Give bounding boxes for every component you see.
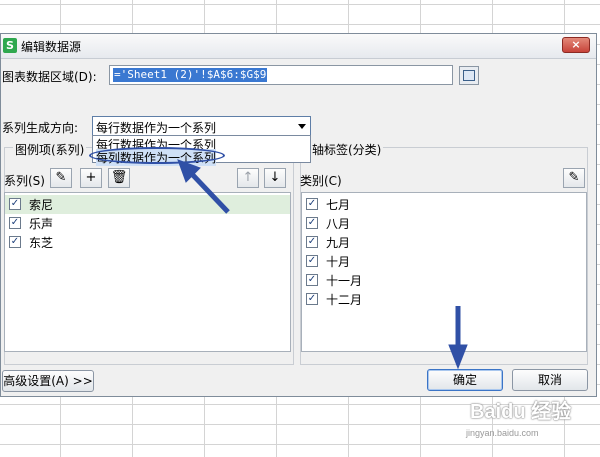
annotation-arrows bbox=[177, 159, 468, 370]
baidu-watermark-site: jingyan.baidu.com bbox=[466, 428, 539, 438]
annotation-arrow-dropdown bbox=[188, 170, 230, 214]
